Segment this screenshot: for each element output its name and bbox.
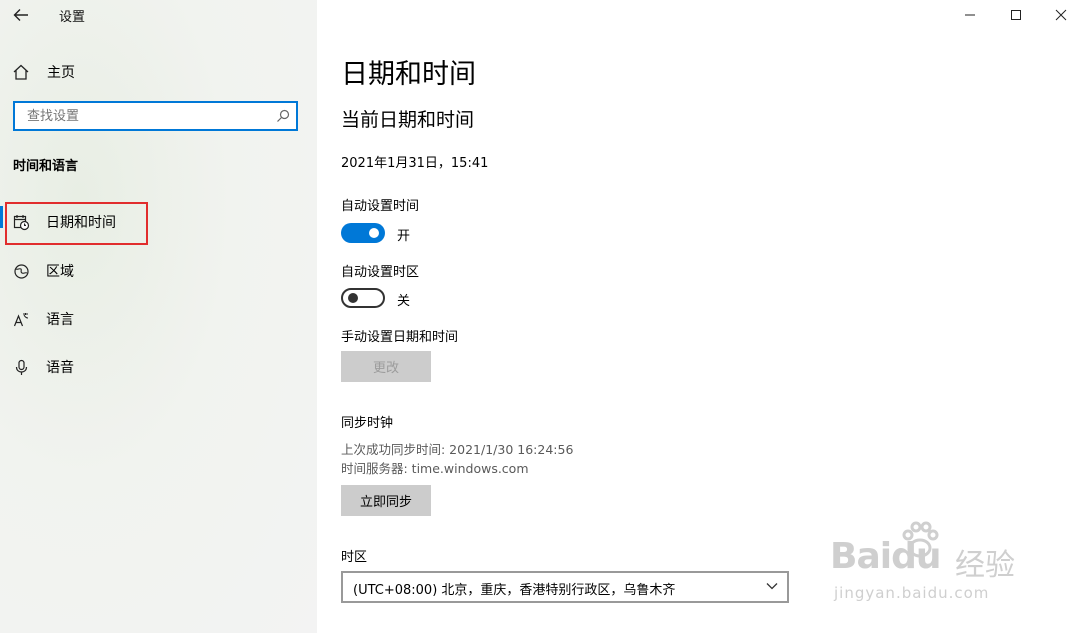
manual-datetime-label: 手动设置日期和时间 — [341, 330, 459, 345]
watermark-brand-suffix: 经验 — [955, 548, 1015, 583]
auto-timezone-state: 关 — [397, 294, 411, 309]
sidebar-item-home[interactable]: 主页 — [12, 60, 75, 84]
language-icon — [13, 312, 29, 326]
last-sync-text: 上次成功同步时间: 2021/1/30 16:24:56 — [341, 442, 574, 457]
back-button[interactable] — [10, 4, 32, 26]
sidebar-item-label: 主页 — [47, 65, 75, 81]
search-icon[interactable] — [276, 109, 290, 123]
microphone-icon — [15, 359, 28, 375]
timezone-selected-value: (UTC+08:00) 北京，重庆，香港特别行政区，乌鲁木齐 — [353, 583, 676, 598]
sidebar-item-label: 语言 — [46, 312, 74, 328]
sync-now-button[interactable]: 立即同步 — [341, 485, 431, 516]
sidebar-item-label: 语音 — [46, 360, 74, 376]
sidebar-item-date-time[interactable]: 日期和时间 — [13, 210, 116, 234]
chevron-down-icon — [766, 583, 778, 590]
sidebar: 设置 主页 时间和语言 日期和时间 区域 — [0, 0, 317, 633]
page-title: 日期和时间 — [341, 59, 476, 90]
home-icon — [13, 64, 29, 80]
section-title: 时间和语言 — [13, 159, 79, 174]
sidebar-item-label: 日期和时间 — [46, 215, 116, 231]
selected-indicator — [0, 206, 3, 228]
calendar-clock-icon — [13, 214, 30, 230]
sidebar-item-language[interactable]: 语言 — [13, 307, 74, 331]
time-server-text: 时间服务器: time.windows.com — [341, 461, 529, 476]
sidebar-item-region[interactable]: 区域 — [13, 259, 74, 283]
window-title: 设置 — [59, 10, 86, 25]
auto-timezone-label: 自动设置时区 — [341, 265, 420, 280]
toggle-knob — [348, 293, 358, 303]
search-input[interactable] — [25, 108, 269, 125]
auto-timezone-toggle[interactable] — [341, 288, 385, 308]
auto-time-label: 自动设置时间 — [341, 199, 420, 214]
timezone-dropdown[interactable]: (UTC+08:00) 北京，重庆，香港特别行政区，乌鲁木齐 — [341, 571, 789, 603]
back-arrow-icon — [13, 9, 28, 21]
timezone-label: 时区 — [341, 550, 368, 565]
watermark-url: jingyan.baidu.com — [834, 584, 990, 602]
current-datetime-value: 2021年1月31日，15:41 — [341, 156, 489, 171]
paw-logo-icon — [902, 521, 939, 558]
globe-icon — [14, 263, 29, 279]
baidu-watermark: Baidu 经验 jingyan.baidu.com — [830, 518, 1030, 628]
sync-clock-title: 同步时钟 — [341, 416, 394, 431]
search-box[interactable] — [13, 101, 298, 131]
sidebar-item-label: 区域 — [46, 264, 74, 280]
toggle-knob — [369, 228, 379, 238]
sidebar-item-speech[interactable]: 语音 — [13, 355, 74, 379]
auto-time-state: 开 — [397, 229, 411, 244]
current-datetime-heading: 当前日期和时间 — [341, 109, 475, 131]
change-button[interactable]: 更改 — [341, 351, 431, 382]
auto-time-toggle[interactable] — [341, 223, 385, 243]
